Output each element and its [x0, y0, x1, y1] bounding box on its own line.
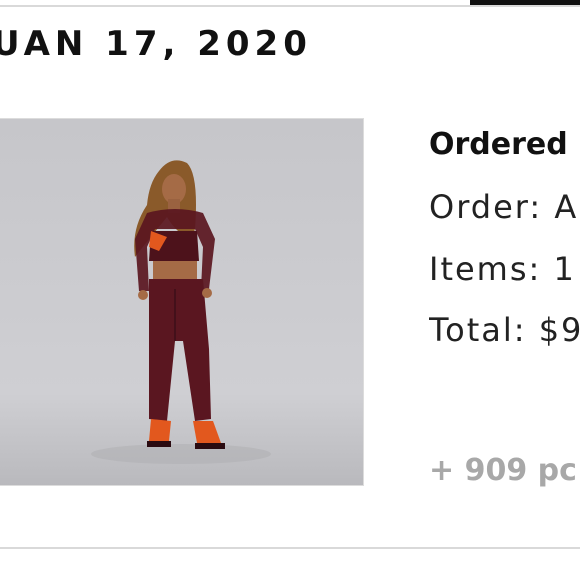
product-image[interactable] — [0, 118, 364, 486]
product-photo-icon — [0, 119, 363, 485]
order-date: UAN 17, 2020 — [0, 24, 312, 64]
order-total: Total: $9 — [429, 311, 580, 349]
order-items-count: Items: 1 — [429, 250, 576, 288]
order-details: Ordered Order: A Items: 1 Total: $9 + 90… — [429, 0, 580, 580]
bottom-divider — [0, 547, 580, 549]
order-status: Ordered — [429, 127, 568, 162]
more-products-link[interactable]: + 909 pc — [429, 452, 577, 490]
order-card[interactable]: UAN 17, 2020 Ordered Order: A Items: 1 T… — [0, 0, 580, 580]
order-number: Order: A — [429, 188, 579, 226]
